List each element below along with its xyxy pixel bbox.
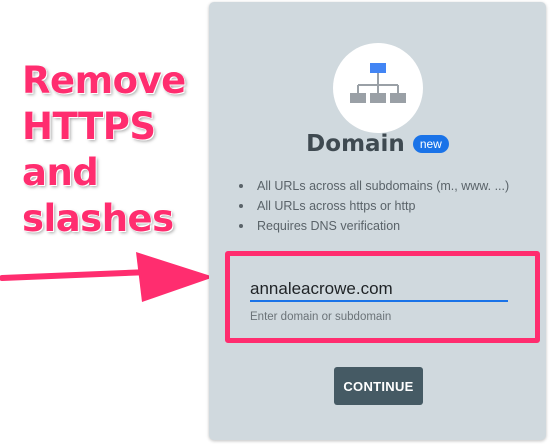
bullet-icon: [239, 184, 243, 188]
list-item: All URLs across https or http: [239, 196, 539, 216]
annotation-line: Remove: [22, 59, 186, 102]
list-item: All URLs across all subdomains (m., www.…: [239, 176, 539, 196]
bullet-icon: [239, 224, 243, 228]
annotation-line: HTTPS: [22, 105, 156, 148]
feature-text: All URLs across https or http: [257, 199, 416, 213]
card-title: Domain: [306, 131, 405, 157]
feature-text: Requires DNS verification: [257, 219, 401, 233]
annotation-line: and: [22, 151, 99, 194]
feature-text: All URLs across all subdomains (m., www.…: [257, 179, 510, 193]
annotation-highlight-box: [225, 251, 540, 343]
bullet-icon: [239, 204, 243, 208]
annotation-arrow-icon: [0, 252, 214, 302]
feature-list: All URLs across all subdomains (m., www.…: [239, 176, 539, 236]
annotation-text: Remove HTTPS and slashes: [22, 58, 202, 242]
domain-sitemap-icon: [333, 43, 423, 133]
list-item: Requires DNS verification: [239, 216, 539, 236]
continue-button[interactable]: CONTINUE: [334, 367, 423, 405]
card-title-row: Domain new: [209, 131, 546, 157]
new-badge: new: [412, 135, 449, 153]
